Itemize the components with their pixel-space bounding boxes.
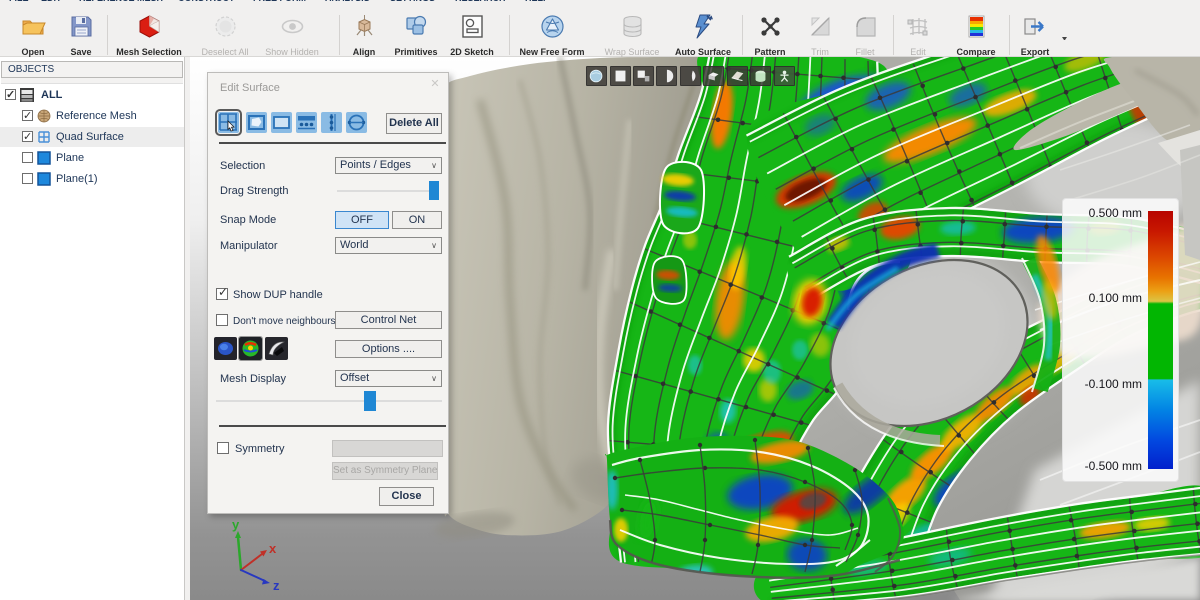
svg-text:y: y: [232, 517, 240, 532]
svg-text:x: x: [269, 541, 277, 556]
svg-text:z: z: [273, 578, 280, 590]
